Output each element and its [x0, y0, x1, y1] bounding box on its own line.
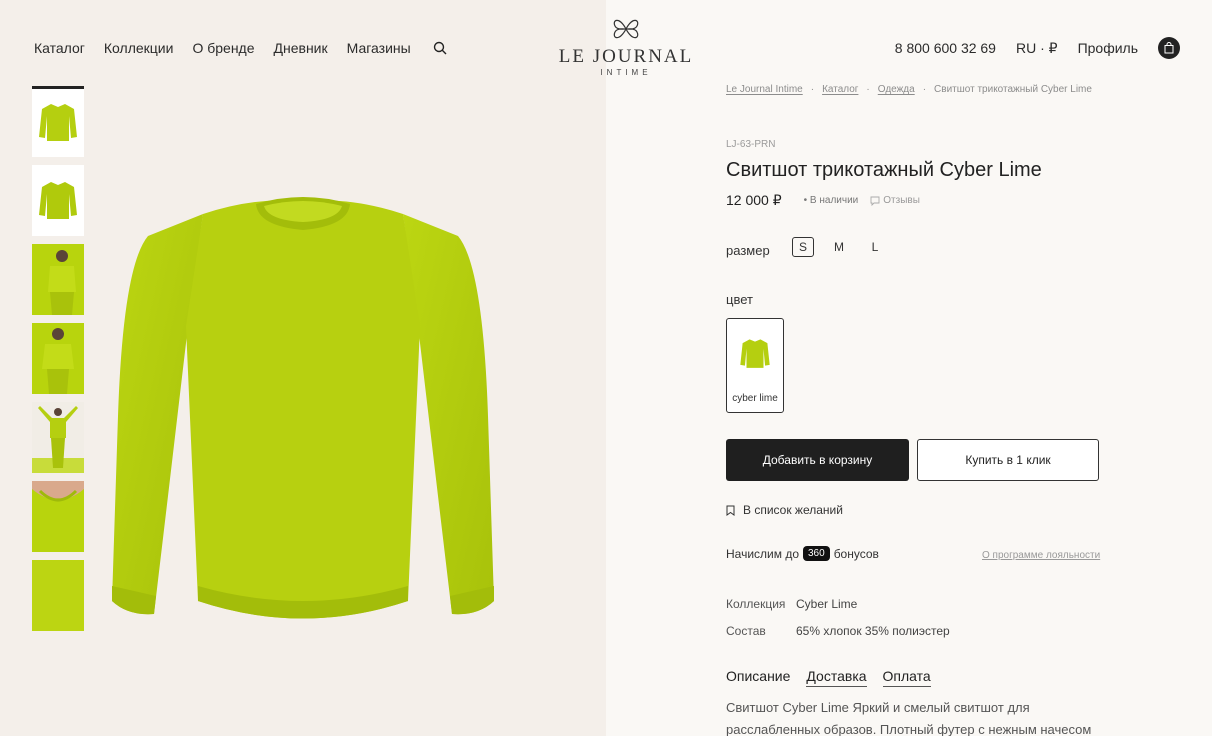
profile-link[interactable]: Профиль	[1078, 40, 1138, 56]
tab-delivery[interactable]: Доставка	[806, 668, 867, 687]
logo-subtitle: INTIME	[600, 68, 652, 77]
color-label: цвет	[726, 292, 753, 307]
breadcrumb-home[interactable]: Le Journal Intime	[726, 84, 803, 95]
spec-row-composition: Состав 65% хлопок 35% полиэстер	[726, 624, 950, 638]
price-row: 12 000 ₽ • В наличии Отзывы	[726, 192, 920, 209]
color-swatch-label: cyber lime	[732, 393, 778, 404]
thumbnail-strip	[32, 86, 84, 639]
nav-item-stores[interactable]: Магазины	[347, 40, 411, 56]
thumbnail-3[interactable]	[32, 244, 84, 315]
tab-payment[interactable]: Оплата	[882, 668, 931, 687]
cart-button[interactable]	[1158, 37, 1180, 59]
bookmark-icon	[726, 505, 735, 516]
locale-selector[interactable]: RU · ₽	[1016, 40, 1058, 57]
spec-key: Состав	[726, 624, 766, 638]
thumbnail-2[interactable]	[32, 165, 84, 236]
product-title: Свитшот трикотажный Cyber Lime	[726, 159, 1042, 181]
spec-value: 65% хлопок 35% полиэстер	[796, 624, 950, 638]
color-swatch-image	[740, 339, 770, 368]
thumbnail-4[interactable]	[32, 323, 84, 394]
main-product-image	[112, 197, 494, 619]
breadcrumb-current: Свитшот трикотажный Cyber Lime	[934, 84, 1092, 95]
logo-flower-icon	[613, 19, 639, 39]
wishlist-label: В список желаний	[743, 503, 843, 517]
size-option-s[interactable]: S	[792, 237, 814, 257]
info-tabs: Описание Доставка Оплата	[726, 668, 931, 687]
breadcrumb-separator: ·	[922, 84, 927, 95]
buy-one-click-button[interactable]: Купить в 1 клик	[917, 439, 1099, 481]
bonus-prefix: Начислим до	[726, 546, 799, 561]
breadcrumb: Le Journal Intime · Каталог · Одежда · С…	[726, 84, 1092, 95]
size-option-m[interactable]: M	[828, 237, 850, 257]
site-logo[interactable]: LE JOURNAL INTIME	[548, 12, 704, 77]
breadcrumb-clothing[interactable]: Одежда	[878, 84, 915, 95]
product-sku: LJ-63-PRN	[726, 139, 776, 150]
site-header: Каталог Коллекции О бренде Дневник Магаз…	[0, 0, 1212, 86]
nav-item-journal[interactable]: Дневник	[274, 40, 328, 56]
nav-item-about[interactable]: О бренде	[192, 40, 254, 56]
wishlist-link[interactable]: В список желаний	[726, 503, 843, 517]
bag-icon	[1164, 42, 1174, 54]
product-description: Свитшот Cyber Lime Яркий и смелый свитшо…	[726, 700, 1092, 736]
add-to-cart-button[interactable]: Добавить в корзину	[726, 439, 909, 481]
size-option-l[interactable]: L	[864, 237, 886, 257]
size-selector: S M L	[792, 237, 886, 257]
tab-description[interactable]: Описание	[726, 668, 790, 687]
breadcrumb-separator: ·	[810, 84, 815, 95]
phone-link[interactable]: 8 800 600 32 69	[895, 40, 996, 56]
bonus-badge: 360	[803, 546, 830, 561]
reviews-label: Отзывы	[883, 195, 920, 206]
thumbnail-1[interactable]	[32, 86, 84, 157]
color-swatch-cyber-lime[interactable]: cyber lime	[726, 318, 784, 413]
thumbnail-7[interactable]	[32, 560, 84, 631]
stock-status: • В наличии	[803, 195, 859, 206]
thumbnail-5[interactable]	[32, 402, 84, 473]
spec-row-collection: Коллекция Cyber Lime	[726, 597, 857, 611]
product-price: 12 000 ₽	[726, 192, 782, 208]
main-nav: Каталог Коллекции О бренде Дневник Магаз…	[34, 40, 447, 56]
nav-item-collections[interactable]: Коллекции	[104, 40, 174, 56]
bonus-info: Начислим до 360 бонусов	[726, 546, 879, 561]
comment-icon	[870, 196, 880, 206]
nav-item-catalog[interactable]: Каталог	[34, 40, 85, 56]
thumbnail-6[interactable]	[32, 481, 84, 552]
bonus-suffix: бонусов	[833, 546, 879, 561]
stock-status-label: В наличии	[809, 195, 859, 206]
reviews-link[interactable]: Отзывы	[870, 195, 920, 206]
logo-wordmark: LE JOURNAL	[558, 46, 694, 67]
spec-key: Коллекция	[726, 597, 786, 611]
breadcrumb-catalog[interactable]: Каталог	[822, 84, 858, 95]
loyalty-program-link[interactable]: О программе лояльности	[982, 550, 1100, 561]
search-icon[interactable]	[433, 41, 447, 55]
header-utilities: 8 800 600 32 69 RU · ₽ Профиль	[895, 37, 1180, 59]
size-label: размер	[726, 243, 770, 258]
breadcrumb-separator: ·	[866, 84, 870, 95]
spec-value: Cyber Lime	[796, 597, 858, 611]
